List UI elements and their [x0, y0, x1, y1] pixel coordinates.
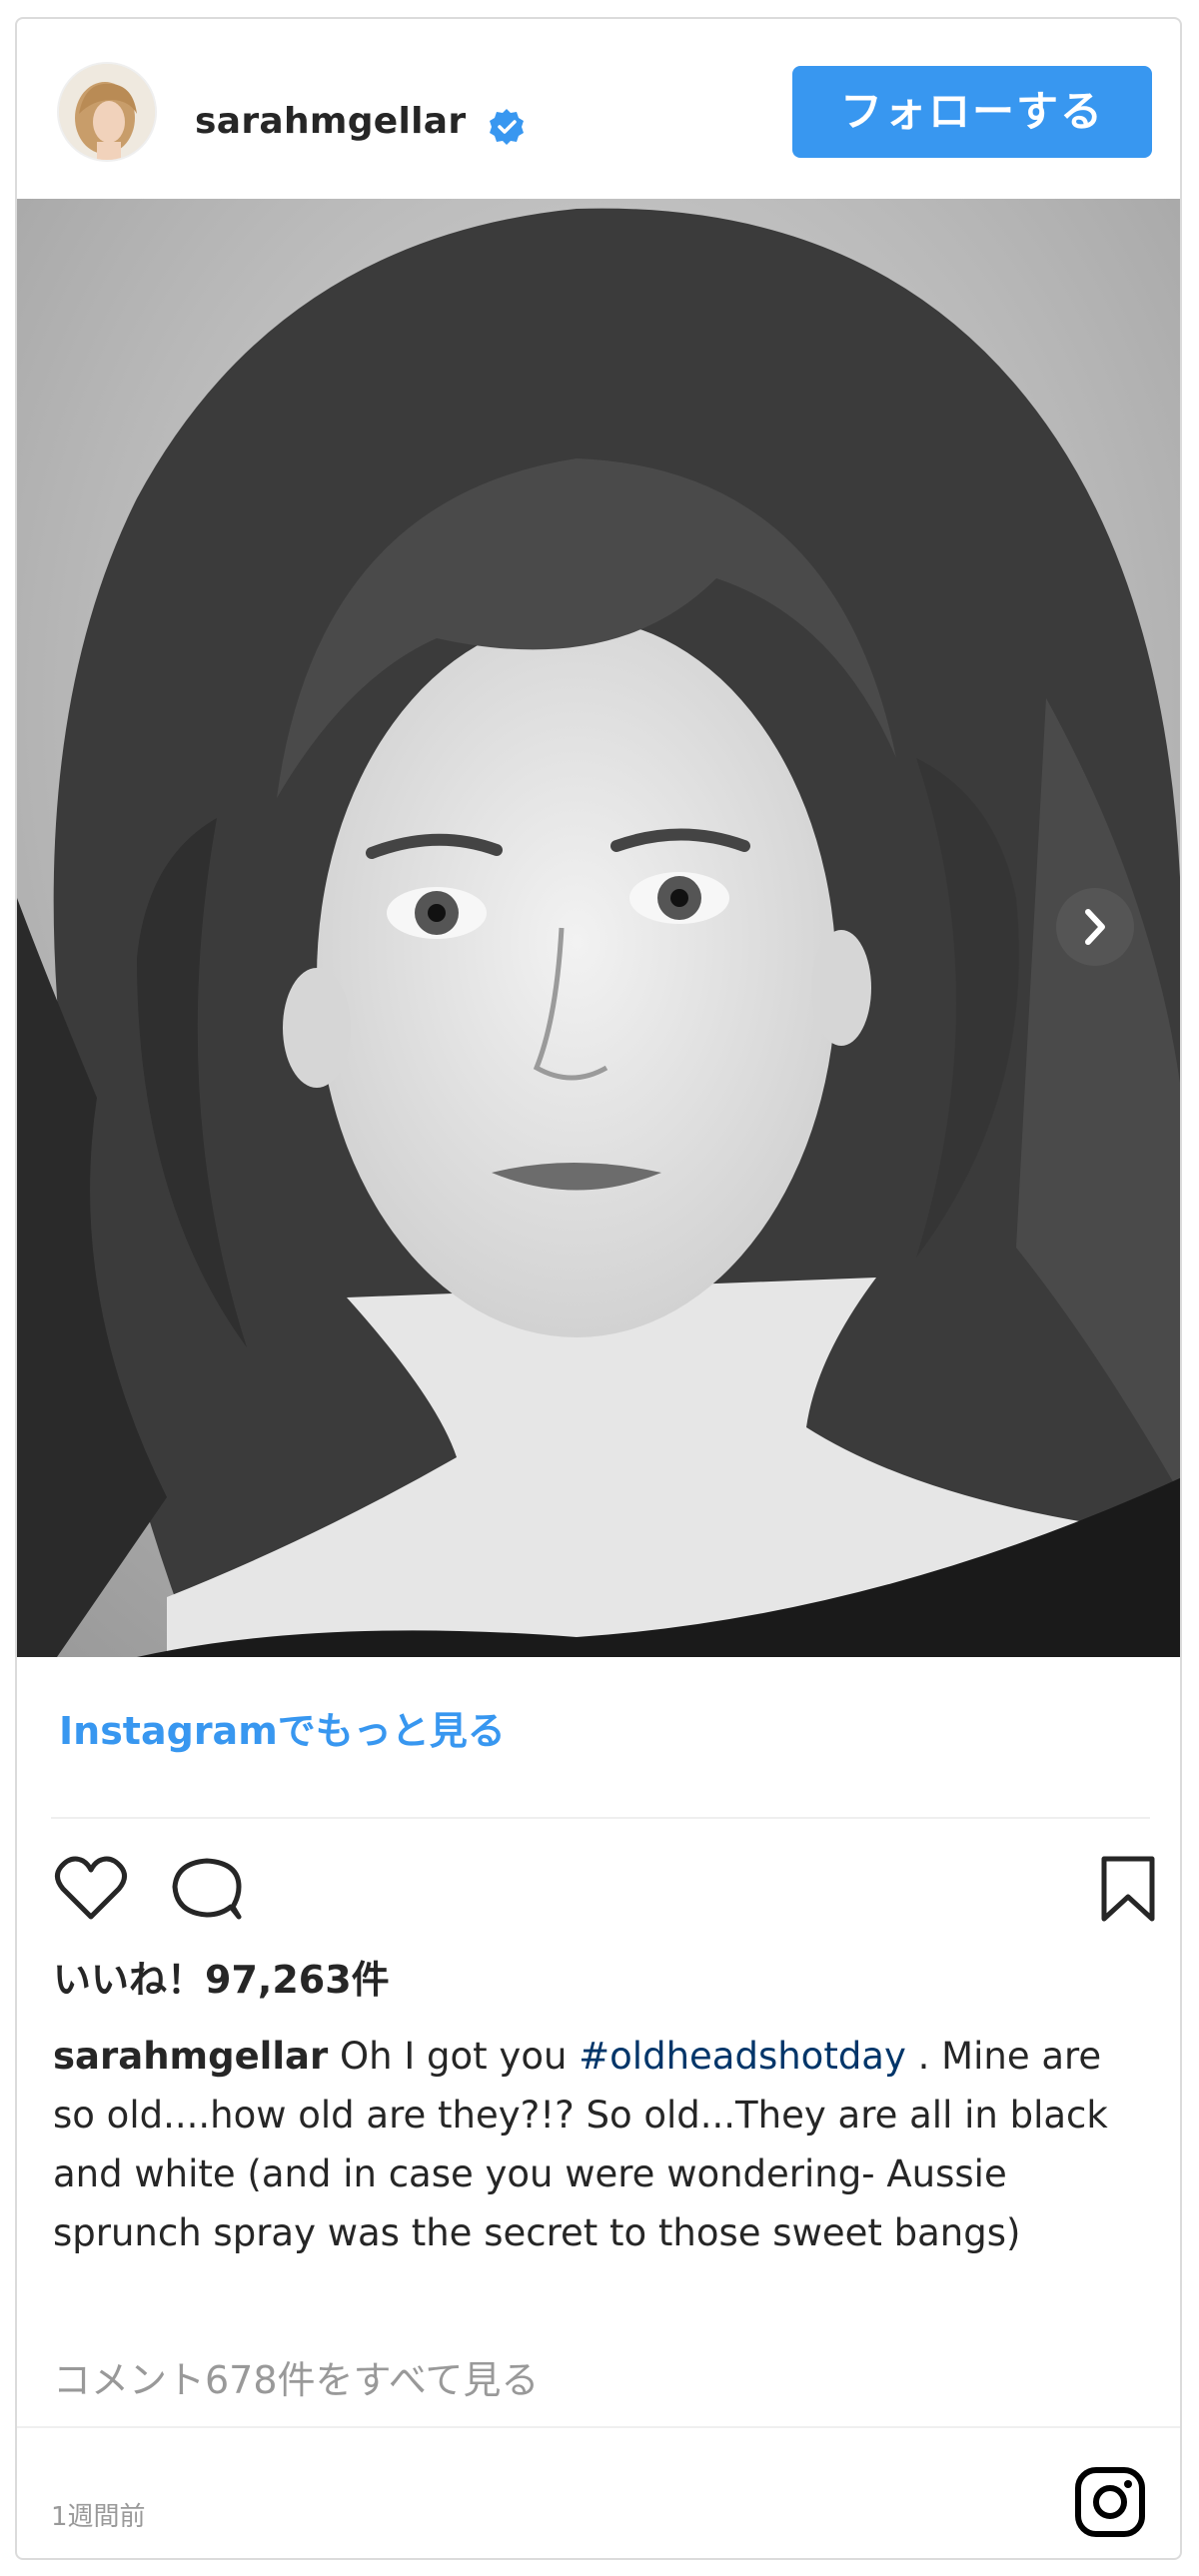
instagram-logo-link[interactable] — [1070, 2462, 1150, 2542]
divider — [51, 1817, 1150, 1819]
save-button[interactable] — [1088, 1849, 1168, 1929]
bookmark-icon — [1101, 1856, 1155, 1922]
post-timestamp: 1週間前 — [51, 2502, 146, 2532]
caption-hashtag-link[interactable]: #oldheadshotday — [579, 2035, 906, 2078]
portrait-photo-image — [17, 199, 1180, 1657]
username[interactable]: sarahmgellar — [195, 101, 466, 142]
follow-button[interactable]: フォローする — [792, 66, 1152, 158]
instagram-embed-card: sarahmgellar フォローする Instagramでもっと見る いいね！… — [15, 17, 1182, 2560]
post-photo[interactable] — [17, 199, 1180, 1657]
view-all-comments-link[interactable]: コメント678件をすべて見る — [53, 2349, 539, 2404]
comment-button[interactable] — [167, 1849, 247, 1929]
like-button[interactable] — [51, 1849, 131, 1929]
post-caption: sarahmgellar Oh I got you #oldheadshotda… — [53, 2027, 1142, 2262]
caption-username[interactable]: sarahmgellar — [53, 2035, 328, 2078]
heart-icon — [55, 1856, 127, 1920]
instagram-logo-icon — [1075, 2467, 1145, 2537]
divider — [17, 2426, 1180, 2428]
caption-text-before: Oh I got you — [328, 2035, 580, 2078]
avatar-image — [59, 64, 155, 160]
view-more-on-instagram-link[interactable]: Instagramでもっと見る — [59, 1700, 506, 1755]
post-header: sarahmgellar フォローする — [17, 19, 1180, 199]
likes-count[interactable]: いいね！97,263件 — [53, 1949, 390, 2004]
verified-badge-icon — [490, 109, 524, 145]
chevron-right-icon — [1085, 909, 1105, 945]
next-photo-button[interactable] — [1056, 888, 1134, 966]
avatar[interactable] — [57, 62, 157, 162]
comment-icon — [172, 1858, 242, 1920]
